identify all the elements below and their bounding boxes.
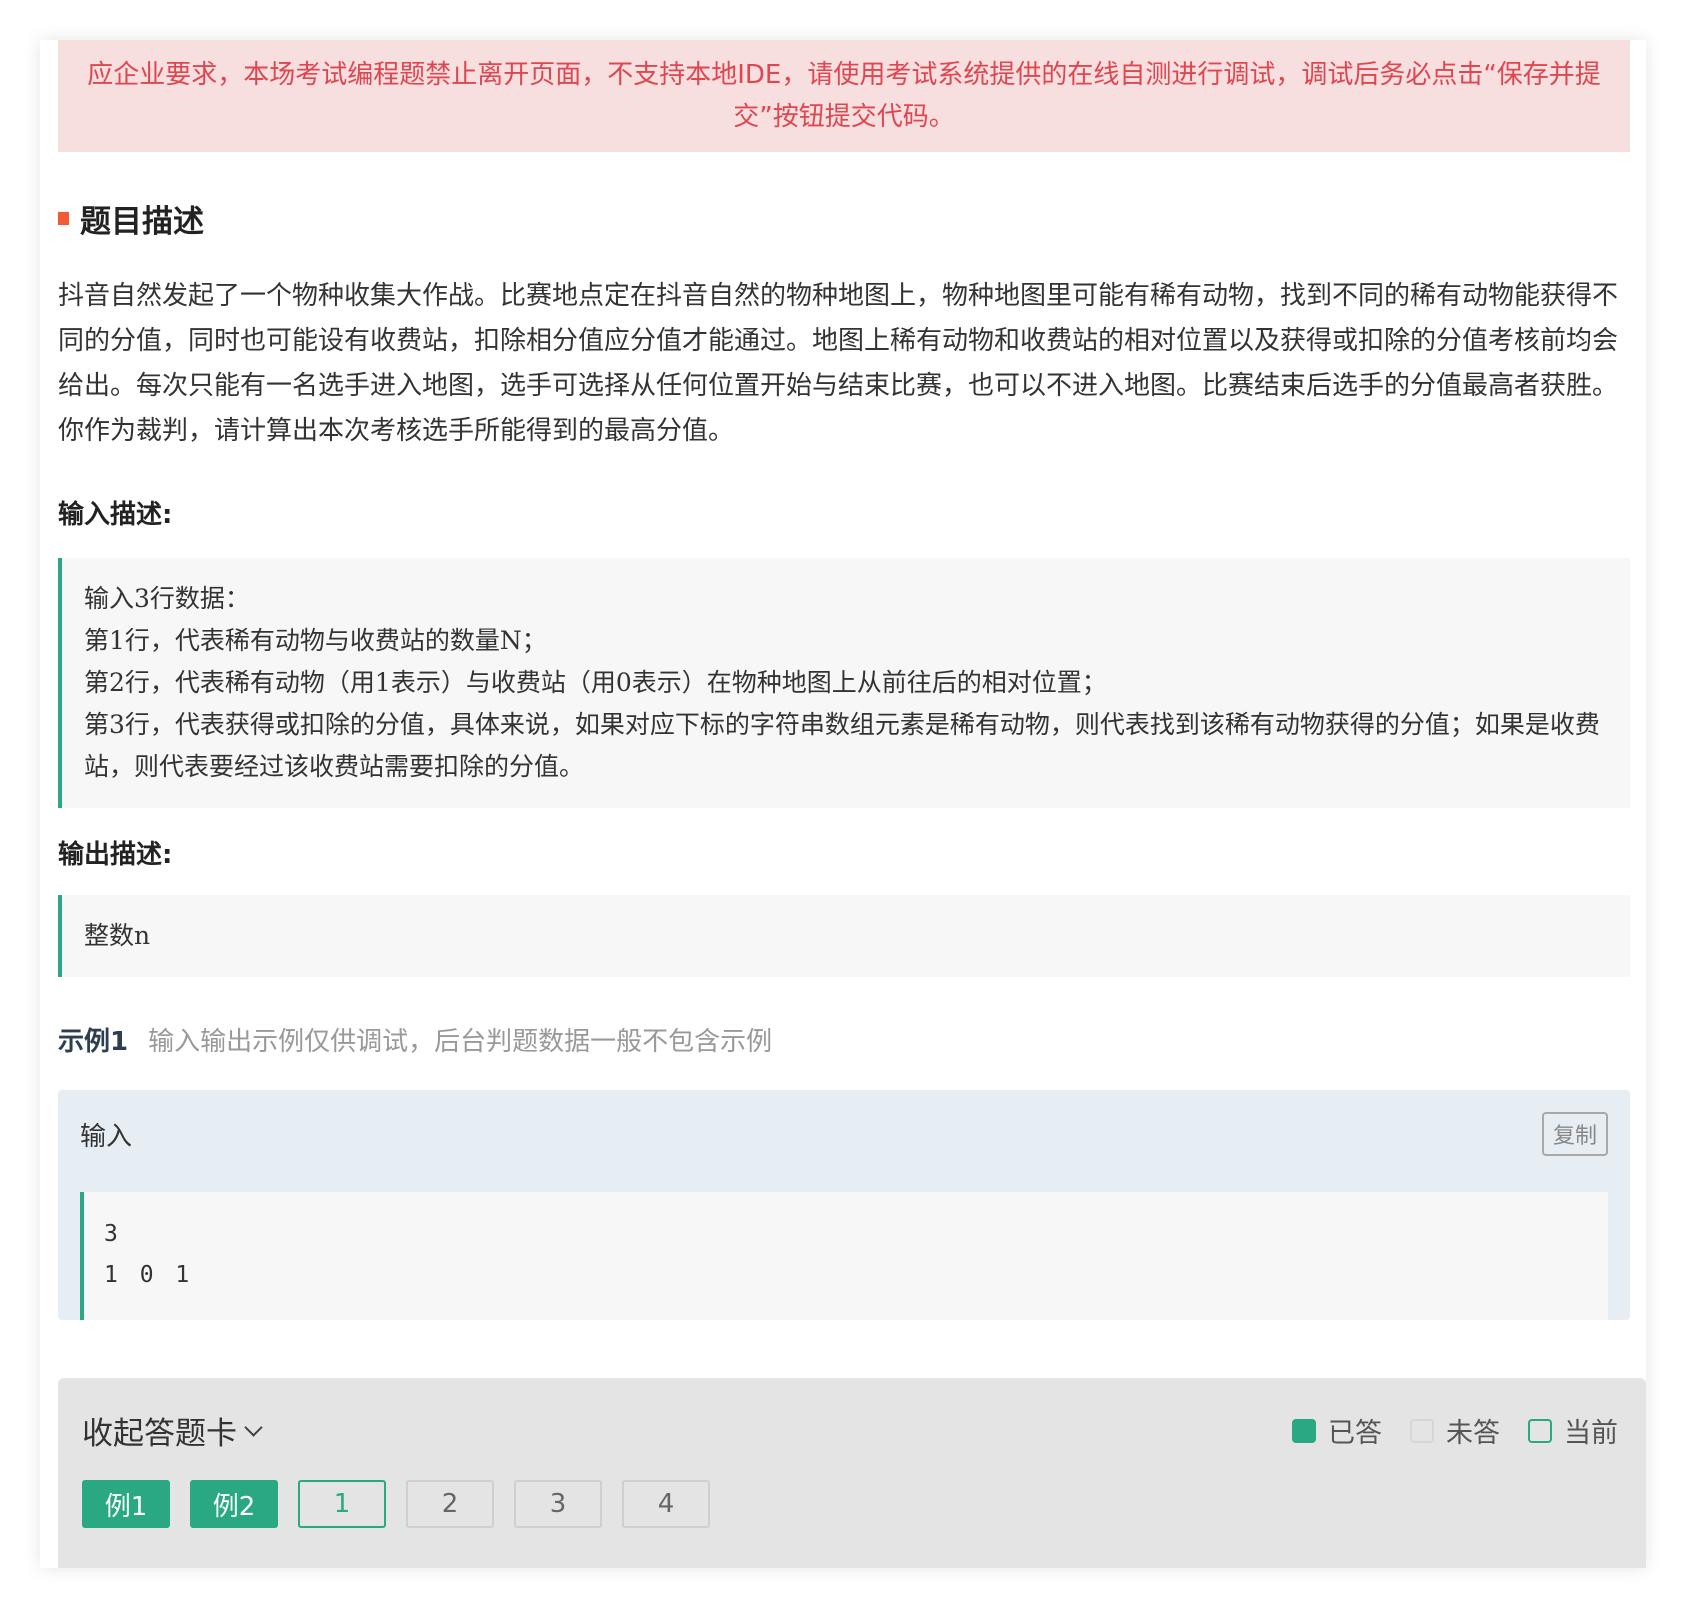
question-button-example-1[interactable]: 例1 [82,1480,170,1528]
example-input-box: 输入 复制 3 1 0 1 [58,1090,1630,1320]
output-description-block: 整数n [58,895,1630,977]
legend-answered: 已答 [1292,1411,1382,1450]
input-description-line: 第2行，代表稀有动物（用1表示）与收费站（用0表示）在物种地图上从前往后的相对位… [84,668,1107,697]
unanswered-swatch-icon [1410,1418,1434,1443]
code-line: 3 [104,1221,118,1247]
answered-swatch-icon [1292,1418,1316,1443]
answer-card-panel: 收起答题卡 已答 未答 当前 例1 例2 1 2 3 4 [58,1378,1646,1568]
question-button-example-2[interactable]: 例2 [190,1480,278,1528]
exam-page: 应企业要求，本场考试编程题禁止离开页面，不支持本地IDE，请使用考试系统提供的在… [40,40,1646,1568]
collapse-answer-card-label: 收起答题卡 [82,1416,237,1452]
current-swatch-icon [1528,1418,1552,1443]
collapse-answer-card-toggle[interactable]: 收起答题卡 [82,1408,263,1453]
question-button-2[interactable]: 2 [406,1480,494,1528]
problem-content: 应企业要求，本场考试编程题禁止离开页面，不支持本地IDE，请使用考试系统提供的在… [58,40,1630,1320]
output-description-heading: 输出描述: [58,840,173,870]
input-description-line: 第1行，代表稀有动物与收费站的数量N； [84,626,547,655]
chevron-down-icon [244,1418,263,1437]
section-title: 题目描述 [58,196,1630,241]
question-button-3[interactable]: 3 [514,1480,602,1528]
section-marker-icon [58,212,69,225]
legend-answered-label: 已答 [1328,1418,1382,1449]
answer-legend: 已答 未答 当前 [1264,1411,1618,1450]
input-description-heading: 输入描述: [58,500,173,530]
input-description-line: 第3行，代表获得或扣除的分值，具体来说，如果对应下标的字符串数组元素是稀有动物，… [84,710,1600,781]
example-input-code[interactable]: 3 1 0 1 [80,1192,1608,1320]
example-note: 输入输出示例仅供调试，后台判题数据一般不包含示例 [148,1027,773,1057]
legend-unanswered-label: 未答 [1446,1418,1500,1449]
question-nav-buttons: 例1 例2 1 2 3 4 [82,1480,730,1528]
example-title: 示例1 [58,1027,129,1057]
copy-button[interactable]: 复制 [1541,1112,1608,1156]
problem-description: 抖音自然发起了一个物种收集大作战。比赛地点定在抖音自然的物种地图上，物种地图里可… [58,281,1619,446]
warning-banner: 应企业要求，本场考试编程题禁止离开页面，不支持本地IDE，请使用考试系统提供的在… [58,40,1630,152]
code-line: 1 0 1 [104,1262,194,1288]
legend-unanswered: 未答 [1410,1411,1500,1450]
input-description-line: 输入3行数据： [84,584,250,613]
output-description-text: 整数n [84,921,151,950]
section-title-text: 题目描述 [80,204,204,240]
question-button-4[interactable]: 4 [622,1480,710,1528]
legend-current-label: 当前 [1564,1418,1618,1449]
legend-current: 当前 [1528,1411,1618,1450]
input-description-block: 输入3行数据： 第1行，代表稀有动物与收费站的数量N； 第2行，代表稀有动物（用… [58,558,1630,808]
example-header: 示例1 输入输出示例仅供调试，后台判题数据一般不包含示例 [58,1021,1630,1058]
example-input-label: 输入 [80,1122,133,1152]
question-button-1[interactable]: 1 [298,1480,386,1528]
